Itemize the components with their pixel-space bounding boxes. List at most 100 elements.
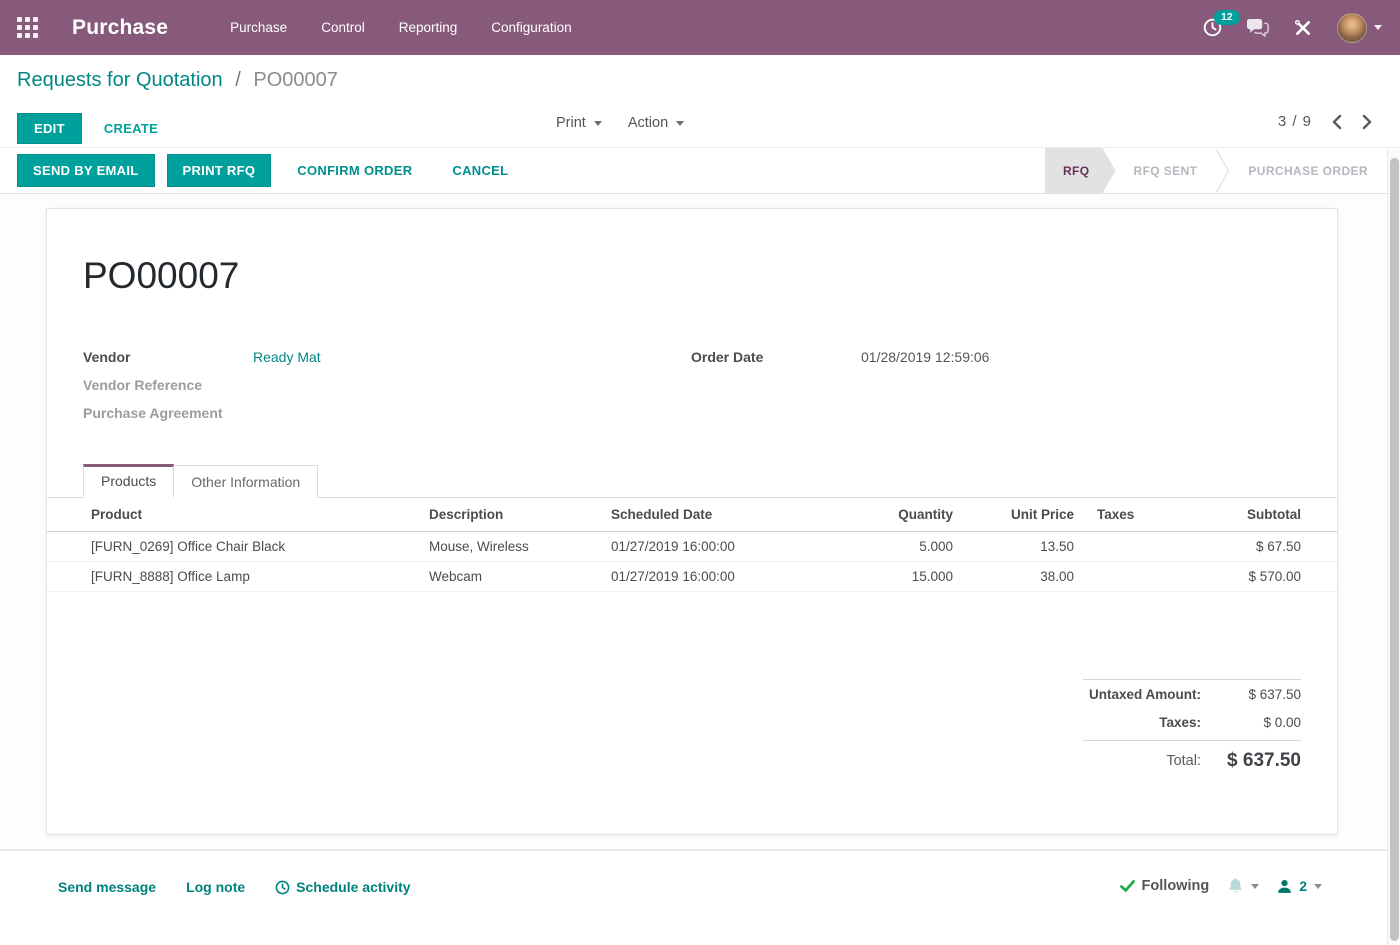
stage-purchase-order[interactable]: PURCHASE ORDER [1230,148,1386,193]
top-navbar: Purchase Purchase Control Reporting Conf… [0,0,1400,55]
cell-product: [FURN_0269] Office Chair Black [47,532,429,562]
activity-clock-icon[interactable]: 12 [1203,18,1222,37]
tools-icon[interactable] [1293,18,1313,38]
untaxed-amount-row: Untaxed Amount: $ 637.50 [1083,679,1301,708]
edit-button[interactable]: EDIT [17,113,82,144]
pager-count[interactable]: 3 / 9 [1278,113,1312,130]
field-group-right: Order Date 01/28/2019 12:59:06 [691,343,1291,371]
chevron-down-icon [1314,884,1322,889]
cell-description: Mouse, Wireless [429,532,611,562]
cell-quantity: 15.000 [841,562,953,592]
vertical-scrollbar-track[interactable] [1387,148,1400,945]
chatter-right-controls: Following 2 [1120,877,1322,895]
send-message-button[interactable]: Send message [58,879,156,895]
taxes-row: Taxes: $ 0.00 [1083,708,1301,737]
cell-subtotal: $ 67.50 [1186,532,1337,562]
cell-taxes [1074,562,1186,592]
vendor-value-link[interactable]: Ready Mat [253,349,321,365]
col-header-scheduled-date: Scheduled Date [611,498,841,532]
col-header-quantity: Quantity [841,498,953,532]
breadcrumb-current: PO00007 [253,69,338,91]
log-note-button[interactable]: Log note [186,879,245,895]
stage-rfq-sent[interactable]: RFQ SENT [1116,148,1216,193]
tab-other-information[interactable]: Other Information [174,465,318,498]
cell-scheduled-date: 01/27/2019 16:00:00 [611,532,841,562]
record-action-buttons: EDIT CREATE [17,113,158,144]
print-dropdown-label: Print [556,115,586,131]
taxes-label: Taxes: [1083,715,1215,730]
breadcrumb-separator: / [235,69,241,91]
cell-taxes [1074,532,1186,562]
untaxed-amount-value: $ 637.50 [1215,687,1301,702]
purchase-agreement-label: Purchase Agreement [83,405,253,421]
field-purchase-agreement: Purchase Agreement [83,399,643,427]
cell-subtotal: $ 570.00 [1186,562,1337,592]
pager-previous-icon[interactable] [1332,114,1342,130]
chatter: Send message Log note Schedule activity … [0,851,1400,945]
field-vendor-reference: Vendor Reference [83,371,643,399]
vendor-label: Vendor [83,349,253,365]
send-by-email-button[interactable]: SEND BY EMAIL [17,154,155,187]
untaxed-amount-label: Untaxed Amount: [1083,687,1215,702]
field-group-left: Vendor Ready Mat Vendor Reference Purcha… [83,343,643,427]
messages-icon[interactable] [1246,18,1269,37]
col-header-subtotal: Subtotal [1186,498,1337,532]
menu-item-control[interactable]: Control [321,20,365,35]
schedule-activity-button[interactable]: Schedule activity [275,879,410,895]
schedule-activity-label: Schedule activity [296,879,410,895]
page: Purchase Purchase Control Reporting Conf… [0,0,1400,945]
table-row[interactable]: [FURN_8888] Office Lamp Webcam 01/27/201… [47,562,1337,592]
chevron-down-icon [594,121,602,126]
form-view: PO00007 Vendor Ready Mat Vendor Referenc… [0,194,1400,849]
col-header-taxes: Taxes [1074,498,1186,532]
notebook-tabs: Products Other Information [47,463,1337,498]
followers-dropdown[interactable]: 2 [1277,878,1322,894]
cell-unit-price: 13.50 [953,532,1074,562]
col-header-unit-price: Unit Price [953,498,1074,532]
chevron-down-icon [676,121,684,126]
menu-item-reporting[interactable]: Reporting [399,20,458,35]
action-dropdown[interactable]: Action [628,115,684,131]
table-row[interactable]: [FURN_0269] Office Chair Black Mouse, Wi… [47,532,1337,562]
cancel-button[interactable]: CANCEL [438,156,522,185]
breadcrumb-parent-link[interactable]: Requests for Quotation [17,69,223,91]
cell-product: [FURN_8888] Office Lamp [47,562,429,592]
total-value: $ 637.50 [1215,750,1301,772]
chevron-down-icon [1374,25,1382,30]
workflow-buttons: SEND BY EMAIL PRINT RFQ CONFIRM ORDER CA… [0,154,522,187]
table-header-row: Product Description Scheduled Date Quant… [47,498,1337,532]
subscription-dropdown[interactable] [1227,877,1259,895]
vertical-scrollbar-thumb[interactable] [1390,158,1399,941]
total-row: Total: $ 637.50 [1083,740,1301,780]
confirm-order-button[interactable]: CONFIRM ORDER [283,156,426,185]
print-dropdown[interactable]: Print [556,115,602,131]
following-toggle[interactable]: Following [1120,878,1210,894]
user-menu[interactable] [1337,13,1382,43]
order-totals: Untaxed Amount: $ 637.50 Taxes: $ 0.00 T… [1083,679,1301,780]
order-date-value: 01/28/2019 12:59:06 [861,349,989,365]
apps-grid-icon[interactable] [17,17,38,38]
stage-rfq[interactable]: RFQ [1045,148,1116,193]
taxes-value: $ 0.00 [1215,715,1301,730]
document-sheet: PO00007 Vendor Ready Mat Vendor Referenc… [46,208,1338,835]
schedule-clock-icon [275,880,290,895]
total-label: Total: [1083,753,1215,769]
activity-count-badge: 12 [1214,10,1240,25]
stage-separator-icon [1215,148,1230,193]
app-brand-title[interactable]: Purchase [72,16,168,40]
field-vendor: Vendor Ready Mat [83,343,643,371]
followers-count: 2 [1299,878,1307,894]
pager-next-icon[interactable] [1362,114,1372,130]
order-date-label: Order Date [691,349,861,365]
menu-item-configuration[interactable]: Configuration [491,20,571,35]
print-rfq-button[interactable]: PRINT RFQ [167,154,272,187]
create-button[interactable]: CREATE [104,121,158,136]
field-order-date: Order Date 01/28/2019 12:59:06 [691,343,1291,371]
col-header-description: Description [429,498,611,532]
menu-item-purchase[interactable]: Purchase [230,20,287,35]
bell-icon [1227,877,1244,895]
tab-products[interactable]: Products [83,464,174,498]
record-dropdowns: Print Action [556,115,684,131]
cell-description: Webcam [429,562,611,592]
vendor-reference-label: Vendor Reference [83,377,253,393]
